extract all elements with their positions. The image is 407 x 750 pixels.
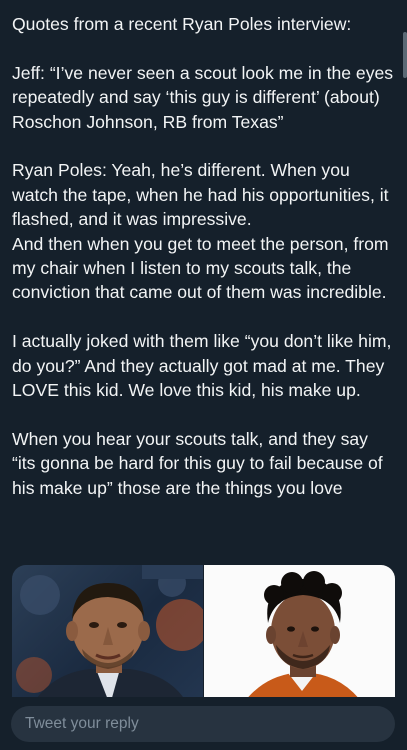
tweet-paragraph: I actually joked with them like “you don… bbox=[12, 331, 392, 401]
media-photo-roschon-johnson[interactable] bbox=[203, 565, 395, 705]
tweet-paragraph: Quotes from a recent Ryan Poles intervie… bbox=[12, 14, 352, 34]
tweet-paragraph: Jeff: “I’ve never seen a scout look me i… bbox=[12, 62, 394, 132]
tweet-paragraph: Ryan Poles: Yeah, he’s different. When y… bbox=[12, 160, 389, 303]
reply-bar bbox=[0, 697, 407, 750]
tweet-paragraph: When you hear your scouts talk, and they… bbox=[12, 428, 383, 498]
tweet-media[interactable] bbox=[12, 565, 395, 705]
tweet-text: Quotes from a recent Ryan Poles intervie… bbox=[12, 12, 396, 500]
media-photo-ryan-poles[interactable] bbox=[12, 565, 203, 705]
ryan-poles-photo-illustration bbox=[16, 565, 203, 705]
reply-input[interactable] bbox=[11, 706, 395, 742]
roschon-johnson-photo-illustration bbox=[241, 571, 364, 705]
scrollbar[interactable] bbox=[403, 32, 407, 78]
